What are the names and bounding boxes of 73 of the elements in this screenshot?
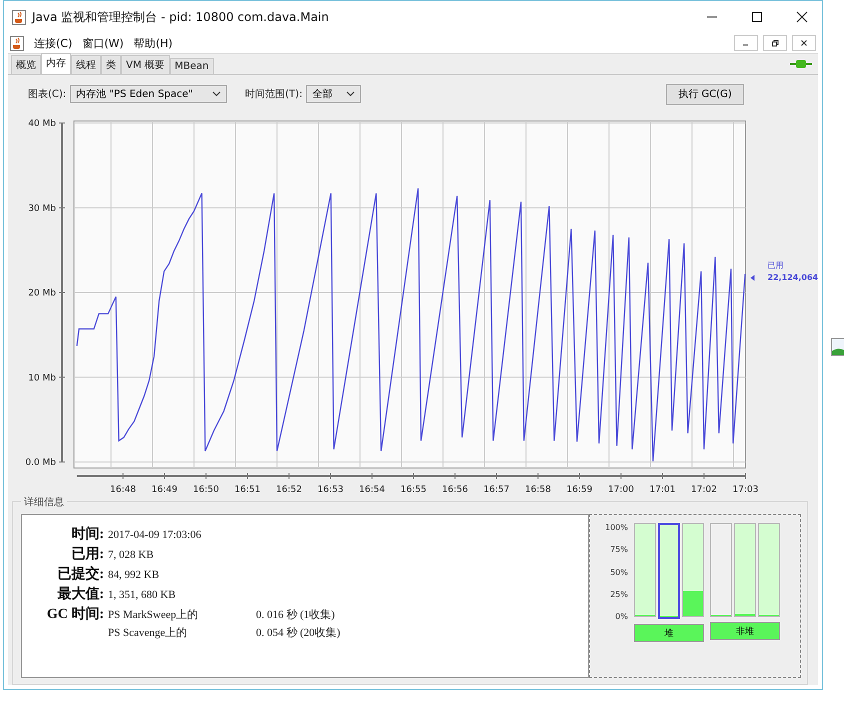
x-tick-label: 16:56 bbox=[442, 485, 468, 495]
java-cup-icon bbox=[10, 36, 24, 50]
percent-label: 100% bbox=[604, 523, 628, 532]
gc-time: 0. 054 秒 (20收集) bbox=[256, 626, 340, 640]
percent-label: 50% bbox=[609, 568, 628, 576]
y-tick-label: 0.0 Mb bbox=[25, 458, 56, 468]
inner-close-button[interactable] bbox=[792, 35, 816, 51]
y-tick-label: 10 Mb bbox=[28, 373, 56, 384]
pool-button[interactable]: 堆 bbox=[634, 624, 704, 642]
field-label: 时间: bbox=[70, 525, 104, 543]
x-tick-label: 16:53 bbox=[318, 485, 344, 495]
tab[interactable]: MBean bbox=[170, 58, 214, 74]
x-tick-label: 16:58 bbox=[525, 485, 551, 495]
x-tick-label: 16:49 bbox=[152, 485, 178, 495]
x-tick-label: 16:52 bbox=[276, 485, 302, 495]
x-tick-label: 16:55 bbox=[400, 485, 426, 495]
usage-bar[interactable] bbox=[658, 523, 680, 619]
caret-icon bbox=[212, 91, 222, 97]
x-tick-label: 16:50 bbox=[193, 485, 219, 495]
window-title: Java 监视和管理控制台 - pid: 10800 com.dava.Main bbox=[32, 8, 329, 26]
restore-icon bbox=[771, 39, 779, 47]
percent-label: 0% bbox=[614, 612, 628, 621]
field-label: GC 时间: bbox=[46, 605, 104, 623]
inner-restore-button[interactable] bbox=[763, 35, 787, 51]
x-tick-label: 17:02 bbox=[691, 485, 717, 495]
percent-label: 25% bbox=[609, 590, 628, 599]
caret-icon bbox=[346, 91, 356, 97]
menu-item[interactable]: 窗口(W) bbox=[82, 36, 124, 50]
x-tick-label: 16:59 bbox=[566, 485, 592, 495]
time-range-dropdown[interactable]: 全部 bbox=[306, 85, 362, 103]
java-cup-icon bbox=[12, 10, 26, 24]
x-tick-label: 16:48 bbox=[110, 485, 136, 495]
percent-label: 75% bbox=[609, 545, 628, 554]
field-value: 2017-04-09 17:03:06 bbox=[108, 529, 202, 541]
field-value: 7, 028 KB bbox=[108, 549, 155, 561]
field-value: 1, 351, 680 KB bbox=[108, 589, 177, 601]
x-tick-label: 16:57 bbox=[484, 485, 510, 495]
time-range-label: 时间范围(T): bbox=[245, 88, 302, 101]
x-tick-label: 17:03 bbox=[732, 485, 758, 495]
x-tick-label: 16:54 bbox=[359, 485, 385, 495]
image-icon bbox=[831, 338, 844, 356]
chart-dropdown[interactable]: 内存池 "PS Eden Space" bbox=[70, 85, 228, 103]
field-label: 已用: bbox=[70, 546, 104, 563]
menu-item[interactable]: 连接(C) bbox=[34, 36, 72, 50]
close-icon[interactable] bbox=[796, 11, 808, 23]
collector-name: PS MarkSweep上的 bbox=[108, 608, 200, 622]
collector-name: PS Scavenge上的 bbox=[108, 626, 188, 640]
tab[interactable]: 内存 bbox=[41, 53, 71, 74]
series-value: 22,124,064 bbox=[768, 272, 818, 282]
tab[interactable]: VM 概要 bbox=[121, 55, 170, 74]
gc-time: 0. 016 秒 (1收集) bbox=[256, 608, 335, 622]
run-gc-button[interactable]: 执行 GC(G) bbox=[666, 84, 744, 104]
connection-plug-icon bbox=[790, 59, 812, 69]
y-tick-label: 20 Mb bbox=[28, 288, 56, 298]
maximize-icon[interactable] bbox=[751, 11, 763, 23]
x-tick-label: 17:00 bbox=[608, 485, 634, 495]
menu-item[interactable]: 帮助(H) bbox=[134, 36, 173, 50]
field-label: 最大值: bbox=[56, 585, 104, 603]
marker-icon bbox=[750, 274, 754, 281]
tab[interactable]: 概览 bbox=[11, 55, 41, 74]
group-title: 详细信息 bbox=[21, 495, 67, 509]
y-tick-label: 40 Mb bbox=[28, 119, 56, 129]
x-tick-label: 17:01 bbox=[650, 485, 676, 495]
y-tick-label: 30 Mb bbox=[28, 204, 56, 214]
close-icon bbox=[800, 39, 808, 47]
pool-button[interactable]: 非堆 bbox=[710, 622, 780, 640]
field-value: 84, 992 KB bbox=[108, 569, 160, 581]
series-name: 已用 bbox=[768, 260, 784, 270]
chart-label: 图表(C): bbox=[28, 88, 66, 101]
x-tick-label: 16:51 bbox=[234, 485, 260, 495]
tab[interactable]: 类 bbox=[101, 55, 121, 74]
tab[interactable]: 线程 bbox=[71, 55, 101, 74]
field-label: 已提交: bbox=[56, 565, 104, 583]
